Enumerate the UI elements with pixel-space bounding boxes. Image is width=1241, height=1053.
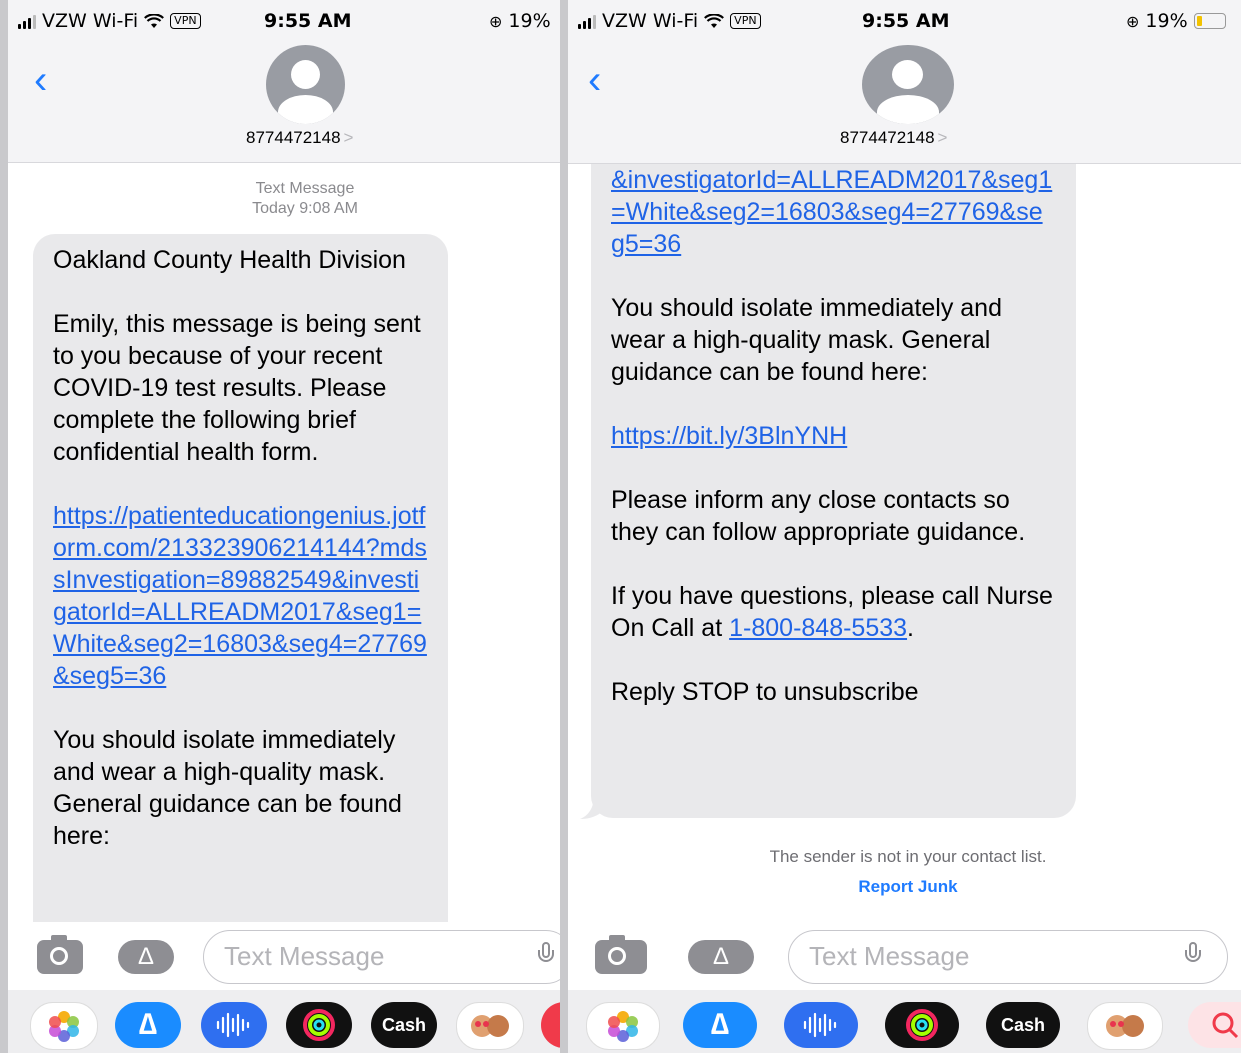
contact-number[interactable]: 8774472148> bbox=[246, 128, 353, 148]
carrier-name: VZW Wi-Fi bbox=[42, 10, 139, 32]
status-bar: VZW Wi-Fi VPN 9:55 AM ⊕ 19% bbox=[8, 0, 560, 42]
message-input-placeholder: Text Message bbox=[809, 941, 970, 971]
report-junk-link[interactable]: Report Junk bbox=[568, 877, 1241, 897]
memoji-icon[interactable] bbox=[1087, 1002, 1163, 1050]
app-store-icon[interactable]: ∆ bbox=[115, 1002, 181, 1048]
bubble-tail bbox=[580, 796, 604, 819]
wifi-icon bbox=[704, 13, 725, 28]
audio-message-icon[interactable] bbox=[784, 1002, 858, 1048]
memoji-icon[interactable] bbox=[456, 1002, 524, 1050]
carrier-group: VZW Wi-Fi VPN bbox=[18, 10, 201, 32]
wifi-icon bbox=[144, 13, 165, 28]
message-input[interactable]: Text Message bbox=[203, 930, 560, 984]
status-time: 9:55 AM bbox=[862, 10, 950, 32]
apple-cash-label: Cash bbox=[1000, 1014, 1045, 1035]
fitness-activity-icon[interactable] bbox=[885, 1002, 959, 1048]
message-questions: If you have questions, please call Nurse… bbox=[611, 580, 1056, 644]
message-isolate: You should isolate immediately and wear … bbox=[611, 294, 1002, 386]
chevron-right-icon: > bbox=[343, 128, 354, 147]
battery-percent: 19% bbox=[508, 10, 551, 32]
battery-percent: 19% bbox=[1145, 10, 1188, 32]
search-web-icon[interactable] bbox=[1188, 1002, 1241, 1048]
conversation-header: ‹ 8774472148> bbox=[8, 42, 560, 163]
phone-link[interactable]: 1-800-848-5533 bbox=[729, 614, 907, 642]
avatar[interactable] bbox=[862, 45, 954, 124]
chevron-left-icon[interactable]: ‹ bbox=[588, 60, 601, 100]
orientation-lock-icon: ⊕ bbox=[1126, 11, 1140, 31]
status-time: 9:55 AM bbox=[264, 10, 352, 32]
microphone-icon[interactable] bbox=[538, 942, 554, 972]
app-drawer: ∆ Cash bbox=[568, 990, 1241, 1053]
app-drawer: ∆ Cash bbox=[8, 990, 560, 1053]
vpn-badge: VPN bbox=[730, 13, 761, 29]
composer-bar: ∆ Text Message bbox=[8, 922, 560, 990]
message-stop: Reply STOP to unsubscribe bbox=[611, 678, 919, 706]
unknown-sender-note: The sender is not in your contact list. bbox=[769, 847, 1047, 866]
fitness-activity-icon[interactable] bbox=[286, 1002, 352, 1048]
search-web-icon[interactable] bbox=[541, 1002, 560, 1048]
sender-name: Oakland County Health Division bbox=[53, 246, 406, 274]
microphone-icon[interactable] bbox=[1185, 942, 1201, 972]
signal-bars-icon bbox=[18, 13, 36, 29]
vpn-badge: VPN bbox=[170, 13, 201, 29]
orientation-lock-icon: ⊕ bbox=[489, 11, 503, 31]
message-bubble[interactable]: &investigatorId=ALLREADM2017&seg1=White&… bbox=[591, 130, 1076, 818]
carrier-group: VZW Wi-Fi VPN bbox=[578, 10, 761, 32]
battery-group: ⊕ 19% bbox=[1126, 10, 1226, 32]
photos-icon[interactable] bbox=[30, 1002, 98, 1050]
app-store-icon[interactable]: ∆ bbox=[118, 940, 174, 974]
photos-icon[interactable] bbox=[586, 1002, 660, 1050]
header-backdrop: ‹ 8774472148 > bbox=[568, 42, 1241, 164]
app-store-icon[interactable]: ∆ bbox=[683, 1002, 757, 1048]
apple-cash-icon[interactable]: Cash bbox=[371, 1002, 437, 1048]
message-input-placeholder: Text Message bbox=[224, 941, 385, 971]
apple-cash-label: Cash bbox=[381, 1014, 426, 1035]
composer-bar: ∆ Text Message bbox=[568, 922, 1241, 990]
form-link[interactable]: https://patienteducationgenius.jotform.c… bbox=[53, 502, 427, 690]
contact-number[interactable]: 8774472148> bbox=[840, 128, 947, 148]
right-screenshot: VZW Wi-Fi VPN 9:55 AM ⊕ 19% ‹ 8774472148… bbox=[568, 0, 1241, 1053]
chevron-left-icon[interactable]: ‹ bbox=[34, 60, 47, 100]
message-timestamp: Text Message Today 9:08 AM bbox=[8, 179, 560, 219]
form-link-continued[interactable]: &investigatorId=ALLREADM2017&seg1=White&… bbox=[611, 166, 1052, 258]
timestamp-time: Today 9:08 AM bbox=[252, 200, 358, 217]
camera-icon[interactable] bbox=[595, 935, 647, 974]
left-screenshot: VZW Wi-Fi VPN 9:55 AM ⊕ 19% ‹ 8774472148… bbox=[8, 0, 560, 1053]
guidance-link[interactable]: https://bit.ly/3BlnYNH bbox=[611, 422, 847, 450]
battery-group: ⊕ 19% bbox=[489, 10, 551, 32]
timestamp-label: Text Message bbox=[255, 180, 355, 197]
chevron-right-icon: > bbox=[937, 128, 948, 147]
avatar[interactable] bbox=[266, 45, 345, 124]
battery-icon bbox=[1193, 13, 1226, 29]
camera-icon[interactable] bbox=[37, 935, 83, 974]
questions-period: . bbox=[907, 614, 914, 642]
message-input[interactable]: Text Message bbox=[788, 930, 1228, 984]
message-intro: Emily, this message is being sent to you… bbox=[53, 310, 421, 466]
signal-bars-icon bbox=[578, 13, 596, 29]
apple-cash-icon[interactable]: Cash bbox=[986, 1002, 1060, 1048]
carrier-name: VZW Wi-Fi bbox=[602, 10, 699, 32]
message-contacts: Please inform any close contacts so they… bbox=[611, 486, 1026, 546]
audio-message-icon[interactable] bbox=[201, 1002, 267, 1048]
status-bar: VZW Wi-Fi VPN 9:55 AM ⊕ 19% bbox=[568, 0, 1241, 42]
message-bubble[interactable]: Oakland County Health Division Emily, th… bbox=[33, 234, 448, 954]
message-isolate: You should isolate immediately and wear … bbox=[53, 726, 402, 850]
app-store-icon[interactable]: ∆ bbox=[688, 940, 754, 974]
